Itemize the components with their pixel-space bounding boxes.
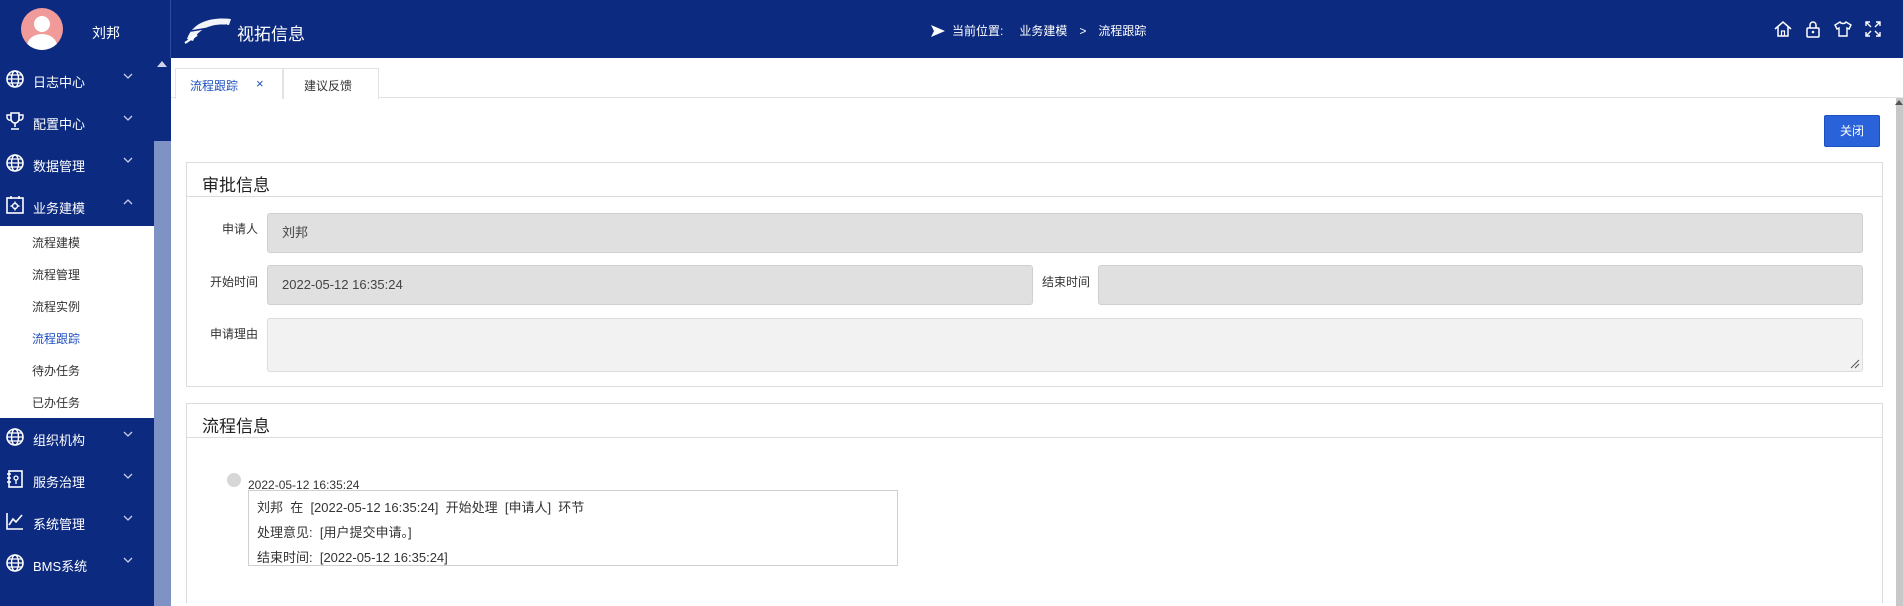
- submenu-item-process-management[interactable]: 流程管理: [32, 266, 80, 283]
- send-icon: [931, 24, 945, 37]
- book-icon: [7, 470, 23, 488]
- sidebar-scrollbar[interactable]: [154, 58, 171, 606]
- trophy-icon: [6, 112, 24, 130]
- sidebar-item-label: 组织机构: [33, 433, 86, 448]
- chevron-down-icon: [123, 515, 133, 521]
- sidebar-item-label: 日志中心: [33, 75, 86, 90]
- sidebar-item-label: 系统管理: [33, 517, 86, 532]
- sidebar-item-service-governance[interactable]: 服务治理: [0, 458, 154, 500]
- shirt-icon[interactable]: [1833, 19, 1853, 39]
- avatar[interactable]: [21, 8, 63, 50]
- process-panel-title: 流程信息: [187, 404, 1882, 438]
- end-time-field[interactable]: [1098, 265, 1863, 305]
- top-header: 刘邦 视拓信息 当前位置: 业务建模 > 流程跟踪: [0, 0, 1903, 58]
- start-time-field[interactable]: 2022-05-12 16:35:24: [267, 265, 1033, 305]
- sidebar-item-log-center[interactable]: 日志中心: [0, 58, 154, 100]
- start-time-label: 开始时间: [210, 275, 259, 289]
- sidebar-item-label: BMS系统: [33, 559, 88, 574]
- gear-window-icon: [6, 196, 24, 214]
- tab-close-icon[interactable]: ×: [256, 76, 264, 91]
- sidebar-item-label: 业务建模: [33, 201, 86, 216]
- process-panel: 流程信息 2022-05-12 16:35:24 刘邦 在 [2022-05-1…: [186, 403, 1883, 603]
- sidebar-scrollbar-thumb[interactable]: [154, 58, 171, 141]
- lock-icon[interactable]: [1803, 19, 1823, 39]
- globe-icon: [6, 70, 24, 88]
- breadcrumb-item[interactable]: 业务建模: [1019, 22, 1067, 39]
- applicant-field[interactable]: 刘邦: [267, 213, 1863, 253]
- applicant-label: 申请人: [222, 222, 259, 236]
- submenu-item-todo-tasks[interactable]: 待办任务: [32, 362, 80, 379]
- chevron-down-icon: [123, 73, 133, 79]
- sidebar-item-business-modeling[interactable]: 业务建模: [0, 184, 154, 226]
- timeline-event-line: 结束时间: [2022-05-12 16:35:24]: [257, 550, 448, 565]
- home-icon[interactable]: [1773, 19, 1793, 39]
- chevron-down-icon: [123, 431, 133, 437]
- globe-icon: [6, 154, 24, 172]
- scroll-up-arrow-icon[interactable]: [157, 61, 167, 67]
- tab-suggestion-feedback[interactable]: 建议反馈: [283, 68, 379, 99]
- chevron-down-icon: [123, 557, 133, 563]
- timeline-event-box: 刘邦 在 [2022-05-12 16:35:24] 开始处理 [申请人] 环节…: [248, 490, 898, 566]
- reason-textarea[interactable]: [267, 318, 1863, 372]
- sidebar-item-system-management[interactable]: 系统管理: [0, 500, 154, 542]
- timeline-event-line: 刘邦 在 [2022-05-12 16:35:24] 开始处理 [申请人] 环节: [257, 500, 585, 515]
- breadcrumb: 当前位置: 业务建模 > 流程跟踪: [930, 22, 1146, 39]
- sidebar-item-config-center[interactable]: 配置中心: [0, 100, 154, 142]
- chevron-down-icon: [123, 115, 133, 121]
- chart-line-icon: [6, 513, 23, 530]
- sidebar-item-label: 数据管理: [33, 159, 86, 174]
- logo: [184, 18, 231, 44]
- tab-label: 流程跟踪: [190, 79, 239, 93]
- submenu-item-process-modeling[interactable]: 流程建模: [32, 234, 80, 251]
- tab-bar: 流程跟踪 × 建议反馈: [171, 68, 1903, 99]
- reason-label: 申请理由: [210, 327, 259, 341]
- user-name[interactable]: 刘邦: [92, 23, 120, 43]
- breadcrumb-item-current: 流程跟踪: [1098, 24, 1147, 38]
- main-content: 流程跟踪 × 建议反馈 关闭 审批信息 申请人 刘邦 开始时间 2022-05-…: [171, 58, 1903, 606]
- approval-panel-title: 审批信息: [187, 163, 1882, 197]
- breadcrumb-separator: >: [1079, 23, 1087, 38]
- top-toolbar: [1773, 19, 1883, 39]
- tab-label: 建议反馈: [304, 79, 353, 93]
- chevron-down-icon: [123, 157, 133, 163]
- sidebar-item-organization[interactable]: 组织机构: [0, 416, 154, 458]
- timeline-event-line: 处理意见: [用户提交申请。]: [257, 525, 412, 540]
- chevron-down-icon: [123, 473, 133, 479]
- sidebar-item-bms-system[interactable]: BMS系统: [0, 542, 154, 584]
- submenu-item-process-instance[interactable]: 流程实例: [32, 298, 80, 315]
- sidebar-item-label: 服务治理: [33, 475, 86, 490]
- submenu-business-modeling: 流程建模 流程管理 流程实例 流程跟踪 待办任务 已办任务: [0, 226, 154, 418]
- user-box: 刘邦: [0, 0, 171, 58]
- breadcrumb-prefix: 当前位置:: [952, 24, 1004, 38]
- main-scrollbar[interactable]: [1896, 98, 1903, 606]
- submenu-item-process-tracking[interactable]: 流程跟踪: [32, 330, 80, 347]
- globe-icon: [6, 554, 24, 572]
- chevron-up-icon: [123, 199, 133, 205]
- sidebar-item-label: 配置中心: [33, 117, 86, 132]
- timeline-dot: [227, 473, 241, 487]
- submenu-item-done-tasks[interactable]: 已办任务: [32, 394, 80, 411]
- fullscreen-icon[interactable]: [1863, 19, 1883, 39]
- tab-process-tracking[interactable]: 流程跟踪 ×: [175, 68, 283, 99]
- end-time-label: 结束时间: [1042, 275, 1091, 289]
- globe-icon: [6, 428, 24, 446]
- sidebar-item-data-management[interactable]: 数据管理: [0, 142, 154, 184]
- scroll-up-arrow-icon[interactable]: [1895, 100, 1903, 105]
- resize-handle-icon[interactable]: [1848, 357, 1860, 369]
- approval-panel: 审批信息 申请人 刘邦 开始时间 2022-05-12 16:35:24 结束时…: [186, 162, 1883, 387]
- app-title: 视拓信息: [237, 25, 305, 44]
- sidebar: 日志中心 配置中心 数据管理 业务建模 流程建模 流程管理 流程实例 流程跟踪 …: [0, 58, 171, 606]
- close-button[interactable]: 关闭: [1824, 115, 1880, 147]
